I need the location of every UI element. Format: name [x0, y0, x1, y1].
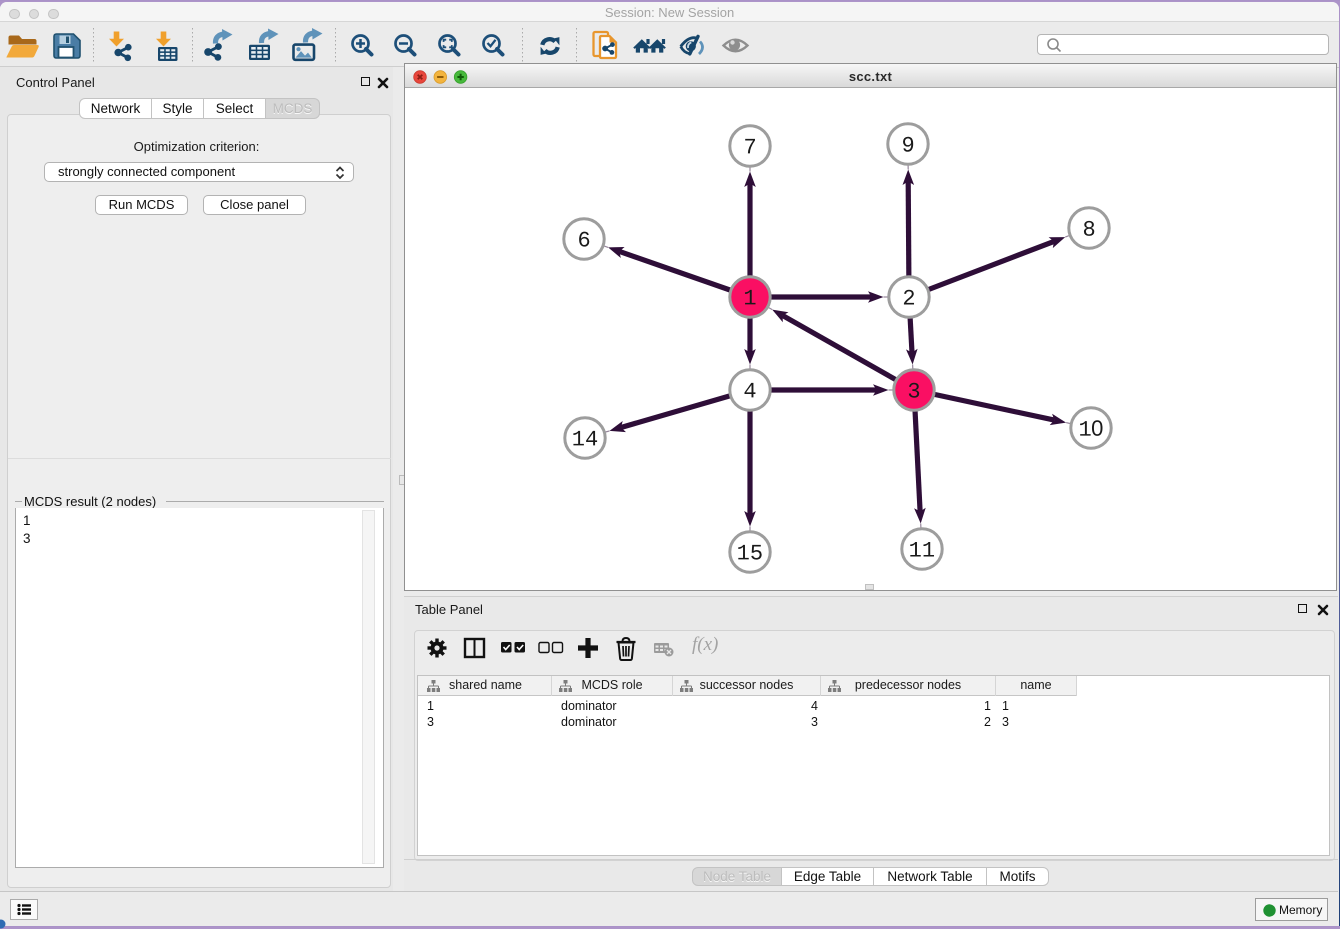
svg-text:11: 11	[909, 539, 935, 564]
svg-text:9: 9	[901, 134, 914, 159]
svg-text:10: 10	[1078, 416, 1103, 443]
svg-text:15: 15	[737, 541, 763, 566]
svg-text:7: 7	[743, 135, 756, 160]
svg-text:3: 3	[907, 380, 920, 405]
svg-text:14: 14	[572, 427, 598, 452]
svg-text:4: 4	[743, 379, 756, 404]
svg-text:2: 2	[902, 287, 915, 312]
svg-text:8: 8	[1082, 218, 1095, 243]
svg-text:6: 6	[577, 228, 590, 253]
svg-text:1: 1	[743, 286, 756, 311]
